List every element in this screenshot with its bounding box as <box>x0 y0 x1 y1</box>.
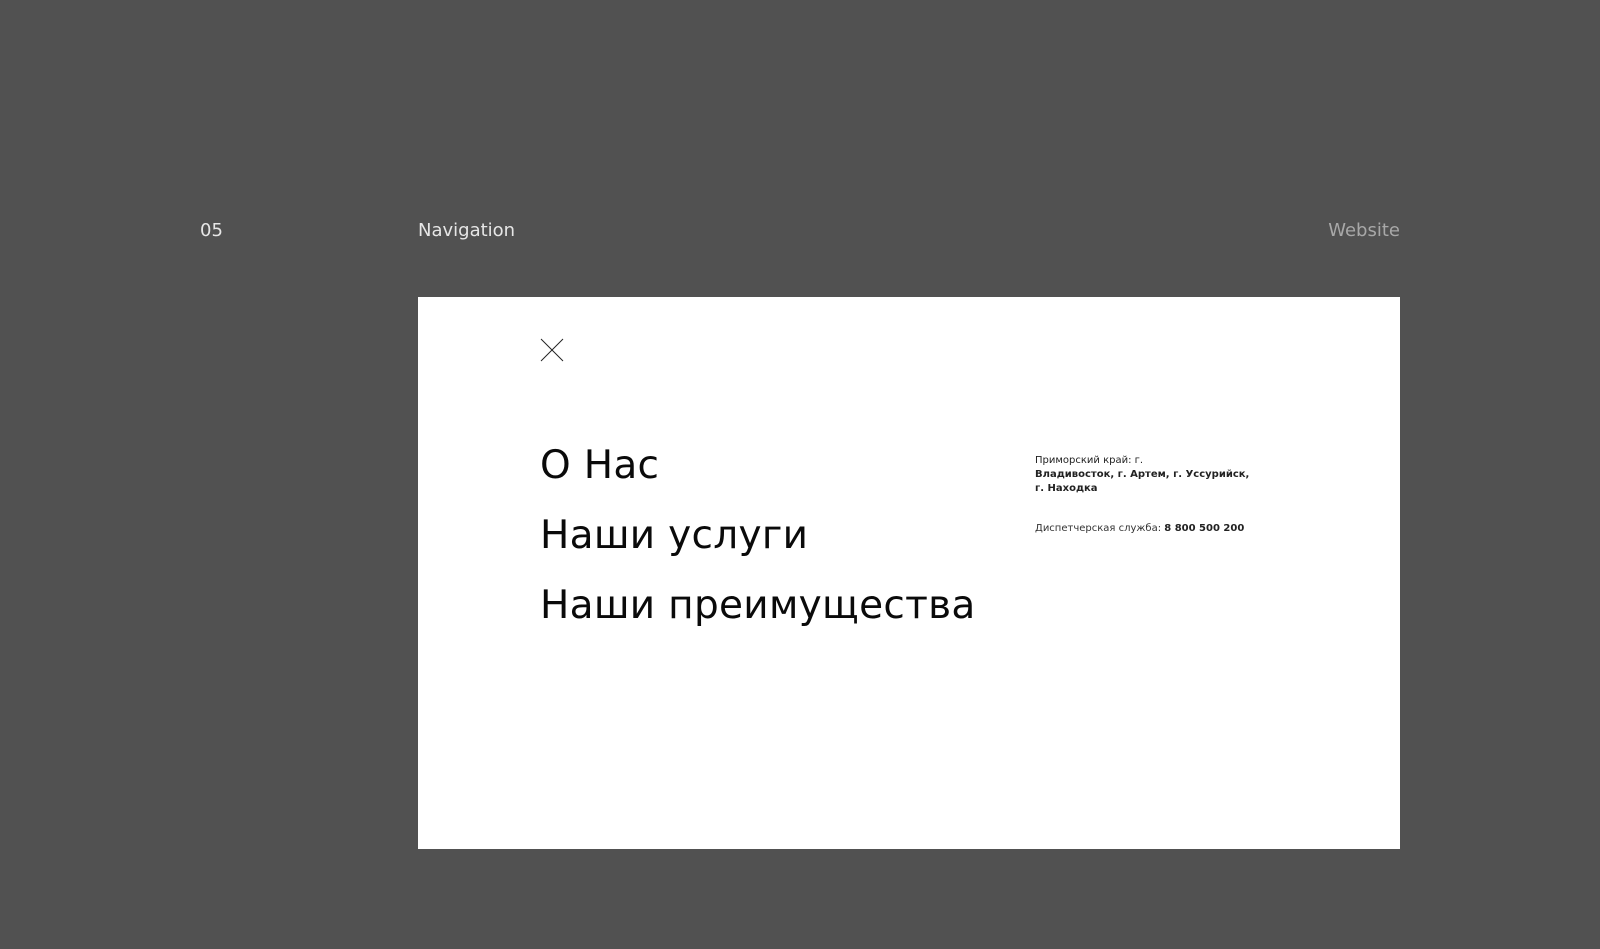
nav-item-advantages[interactable]: Наши преимущества <box>540 571 976 641</box>
address-cities: Владивосток, г. Артем, г. Уссурийск, г. … <box>1035 469 1250 494</box>
nav-item-services[interactable]: Наши услуги <box>540 501 976 571</box>
address-region: Приморский край: г. <box>1035 455 1144 466</box>
dispatch-phone[interactable]: 8 800 500 200 <box>1164 523 1244 534</box>
dispatch-service: Диспетчерская служба: 8 800 500 200 <box>1035 522 1255 536</box>
nav-item-about[interactable]: О Нас <box>540 431 976 501</box>
address: Приморский край: г. Владивосток, г. Арте… <box>1035 454 1255 496</box>
nav-menu: О Нас Наши услуги Наши преимущества <box>540 431 976 641</box>
close-button[interactable] <box>540 338 564 362</box>
slide-label: Website <box>1328 220 1400 241</box>
dispatch-label: Диспетчерская служба: <box>1035 523 1162 534</box>
contacts-block: Приморский край: г. Владивосток, г. Арте… <box>1035 454 1255 536</box>
website-frame: О Нас Наши услуги Наши преимущества Прим… <box>418 297 1400 849</box>
slide-section-title: Navigation <box>418 220 516 241</box>
close-icon <box>540 338 564 362</box>
slide-number: 05 <box>200 220 223 241</box>
